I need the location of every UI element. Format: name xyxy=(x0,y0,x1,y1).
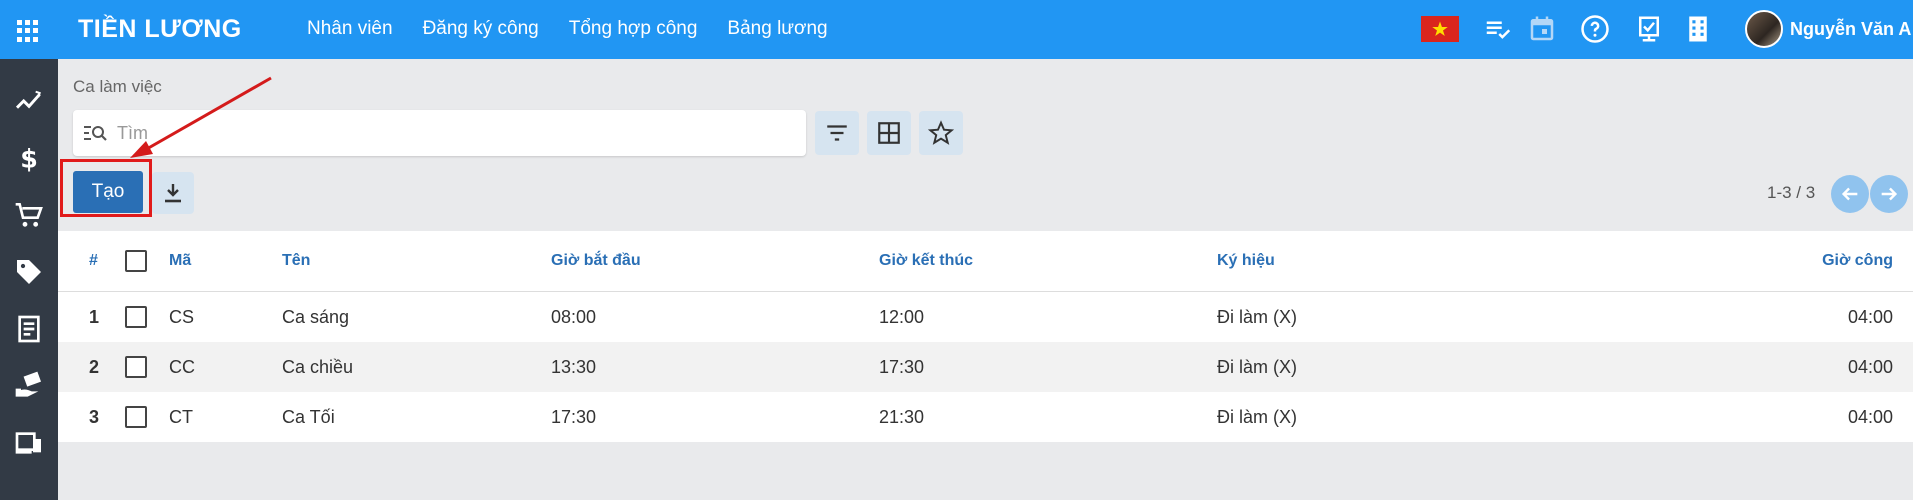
header-start-time[interactable]: Giờ bắt đầu xyxy=(551,231,641,291)
next-page-button[interactable] xyxy=(1870,175,1908,213)
cell-name: Ca sáng xyxy=(282,306,350,327)
arrow-left-icon xyxy=(1841,187,1858,201)
header-name[interactable]: Tên xyxy=(282,231,310,291)
cell-symbol: Đi làm (X) xyxy=(1217,356,1297,377)
tag-icon[interactable] xyxy=(13,256,45,288)
app-title[interactable]: TIỀN LƯƠNG xyxy=(78,15,242,44)
sidebar: $ xyxy=(0,59,58,500)
cell-work-hours: 04:00 xyxy=(1847,356,1893,377)
top-bar: TIỀN LƯƠNG Nhân viên Đăng ký công Tổng h… xyxy=(0,0,1913,59)
select-all-checkbox[interactable] xyxy=(125,250,147,272)
row-checkbox[interactable] xyxy=(125,406,147,428)
user-name[interactable]: Nguyễn Văn A xyxy=(1790,19,1911,40)
pager-text: 1-3 / 3 xyxy=(1767,183,1816,202)
calendar-icon[interactable] xyxy=(1527,14,1557,44)
header-work-hours[interactable]: Giờ công xyxy=(1822,231,1893,291)
download-button[interactable] xyxy=(152,172,194,214)
row-checkbox[interactable] xyxy=(125,306,147,328)
checklist-icon[interactable] xyxy=(1483,14,1513,44)
chart-line-icon[interactable] xyxy=(13,85,45,117)
cell-symbol: Đi làm (X) xyxy=(1217,406,1297,427)
cell-name: Ca chiều xyxy=(282,356,354,377)
cell-start-time: 13:30 xyxy=(551,356,597,377)
cell-start-time: 17:30 xyxy=(551,406,597,427)
filter-icon xyxy=(827,125,847,141)
star-icon xyxy=(928,120,954,145)
dollar-icon[interactable]: $ xyxy=(13,142,45,174)
avatar[interactable] xyxy=(1745,10,1783,48)
main-nav: Nhân viên Đăng ký công Tổng hợp công Bản… xyxy=(307,18,828,40)
table-header: # Mã Tên Giờ bắt đầu Giờ kết thúc Ký hiệ… xyxy=(58,231,1913,292)
nav-item-payroll[interactable]: Bảng lương xyxy=(727,18,827,40)
row-checkbox[interactable] xyxy=(125,356,147,378)
header-symbol[interactable]: Ký hiệu xyxy=(1217,231,1275,291)
group-by-button[interactable] xyxy=(867,111,911,155)
timesheet-icon[interactable] xyxy=(1634,14,1664,44)
receipt-icon[interactable] xyxy=(13,313,45,345)
search-input[interactable] xyxy=(117,118,787,148)
cell-name: Ca Tối xyxy=(282,406,335,427)
cart-icon[interactable] xyxy=(13,199,45,231)
apps-grid-icon[interactable] xyxy=(17,20,39,42)
cell-end-time: 21:30 xyxy=(879,406,925,427)
row-index: 2 xyxy=(89,356,100,377)
table-row[interactable]: 3 CT Ca Tối 17:30 21:30 Đi làm (X) 04:00 xyxy=(58,392,1913,442)
cell-symbol: Đi làm (X) xyxy=(1217,306,1297,327)
prev-page-button[interactable] xyxy=(1831,175,1869,213)
hand-money-icon[interactable] xyxy=(13,370,45,402)
devices-icon[interactable] xyxy=(13,427,45,459)
search-list-icon xyxy=(84,126,107,141)
cell-code: CS xyxy=(169,306,195,327)
cell-code: CT xyxy=(169,406,193,427)
nav-item-attendance-summary[interactable]: Tổng hợp công xyxy=(569,18,698,40)
header-index: # xyxy=(89,252,98,269)
grid-icon xyxy=(878,122,900,144)
nav-item-attendance-registration[interactable]: Đăng ký công xyxy=(423,18,539,40)
shift-table: # Mã Tên Giờ bắt đầu Giờ kết thúc Ký hiệ… xyxy=(58,231,1913,442)
cell-end-time: 12:00 xyxy=(879,306,925,327)
cell-code: CC xyxy=(169,356,195,377)
cell-end-time: 17:30 xyxy=(879,356,925,377)
building-icon[interactable] xyxy=(1683,14,1713,44)
page-title: Ca làm việc xyxy=(73,77,162,96)
cell-work-hours: 04:00 xyxy=(1847,306,1893,327)
header-code[interactable]: Mã xyxy=(169,231,191,291)
help-icon[interactable] xyxy=(1580,14,1610,44)
highlight-box xyxy=(60,159,152,217)
svg-text:$: $ xyxy=(20,143,38,173)
row-index: 3 xyxy=(89,406,100,427)
filter-button[interactable] xyxy=(815,111,859,155)
table-row[interactable]: 2 CC Ca chiều 13:30 17:30 Đi làm (X) 04:… xyxy=(58,342,1913,392)
search-bar xyxy=(73,110,806,156)
row-index: 1 xyxy=(89,306,100,327)
vietnam-flag-icon[interactable] xyxy=(1421,16,1459,42)
cell-work-hours: 04:00 xyxy=(1847,406,1893,427)
arrow-right-icon xyxy=(1881,187,1898,201)
header-end-time[interactable]: Giờ kết thúc xyxy=(879,231,973,291)
favorites-button[interactable] xyxy=(919,111,963,155)
nav-item-employees[interactable]: Nhân viên xyxy=(307,18,393,40)
table-row[interactable]: 1 CS Ca sáng 08:00 12:00 Đi làm (X) 04:0… xyxy=(58,292,1913,342)
download-icon xyxy=(165,184,181,203)
cell-start-time: 08:00 xyxy=(551,306,597,327)
